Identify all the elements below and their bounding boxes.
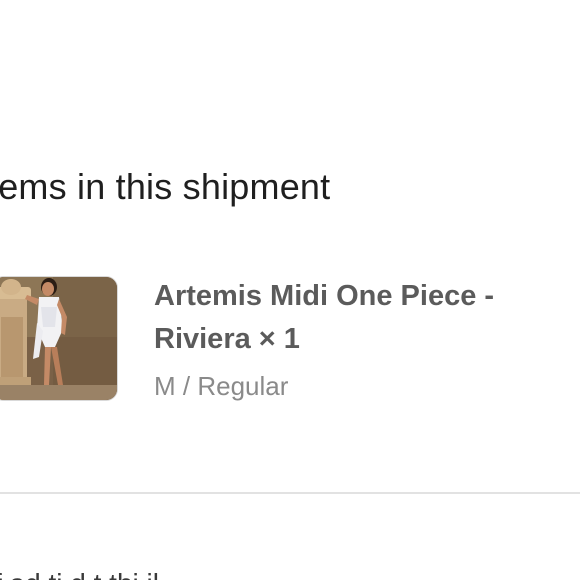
item-name: Artemis Midi One Piece - Riviera × 1 [154,280,495,355]
product-photo-icon [0,277,117,400]
item-variant: M / Regular [154,371,289,401]
order-status-page: tems in this shipment Artemis Midi One P… [0,0,580,580]
product-thumbnail [0,276,118,401]
shipment-items-heading: tems in this shipment [0,166,331,207]
section-divider [0,492,580,494]
cutoff-footer-text: f ad ti d t thi il [0,566,159,580]
